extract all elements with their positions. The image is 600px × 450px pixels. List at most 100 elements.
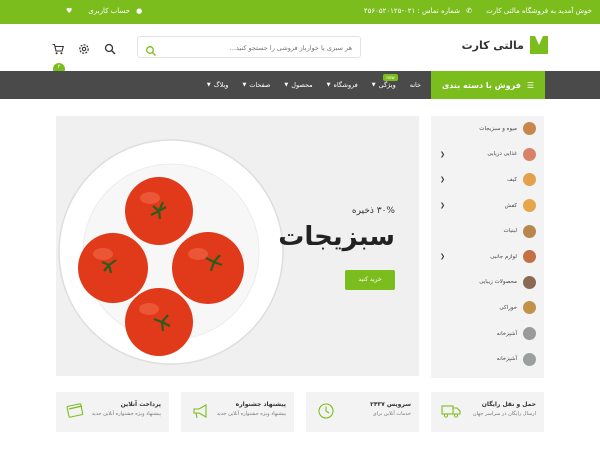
features-row: حمل و نقل رایگان ارسال رایگان در سراسر ج… (56, 392, 544, 432)
hamburger-icon: ☰ (526, 80, 535, 90)
chevron-left-icon: ❮ (440, 176, 446, 184)
category-label: میوه و سبزیجات (479, 125, 517, 132)
logo-mark-icon (530, 36, 548, 54)
category-thumbnail-icon (523, 275, 536, 289)
nav-item-label: ویژگی (378, 81, 396, 89)
chevron-left-icon: ❮ (440, 253, 446, 261)
logo-text: مالتی کارت (461, 38, 524, 52)
credit-card-icon (66, 402, 86, 420)
nav-item-label: محصول (291, 81, 313, 89)
shop-now-button[interactable]: خرید کنید (345, 270, 395, 290)
category-thumbnail-icon (523, 199, 536, 213)
user-icon: ● (136, 7, 143, 15)
category-sidebar: میوه و سبزیجات غذایی دریایی ❮ کیف ❮ کفش ❮ لبنیا… (431, 116, 544, 378)
sidebar-category-item[interactable]: محصولات زیبایی (431, 270, 544, 296)
chevron-left-icon: ❮ (440, 150, 446, 158)
nav-item-label: خانه (409, 81, 421, 89)
category-label: لبنیات (503, 228, 517, 235)
header: مالتی کارت هر سبزی یا خوارباز فروشی را ج… (0, 24, 600, 75)
category-thumbnail-icon (523, 147, 536, 161)
sidebar-category-item[interactable]: میوه و سبزیجات (431, 116, 544, 142)
phone-icon: ✆ (466, 7, 473, 15)
nav-item-pages[interactable]: صفحات ▼ (242, 81, 270, 89)
feature-festival-offer: پیشنهاد جشنواره پیشنهاد ویژه جشنواره آنل… (181, 392, 294, 432)
search-input[interactable] (172, 41, 352, 54)
search-submit-icon[interactable] (145, 42, 157, 56)
feature-subtitle: خدمات آنلاین برای (372, 411, 411, 417)
wishlist-link[interactable]: ♥ (62, 7, 72, 15)
feature-subtitle: پیشنهاد ویژه جشنواره آنلاین جدید (216, 411, 286, 417)
phone-label: شماره تماس : ۰۲۱-۴۵۶۰۵۲۰۱۲۵ (363, 7, 461, 15)
sidebar-category-item[interactable]: آشپزخانه (431, 346, 544, 372)
hero-discount-text: ۳۰% ذخیره (351, 206, 395, 216)
megaphone-icon (191, 402, 211, 420)
feature-subtitle: پیشنهاد ویژه جشنواره آنلاین جدید (91, 411, 161, 417)
heart-icon: ♥ (66, 7, 73, 15)
chevron-left-icon: ❮ (440, 202, 446, 210)
clock-icon (316, 402, 336, 420)
new-badge: new (383, 74, 398, 81)
account-link[interactable]: ● حساب کاربری (88, 7, 142, 15)
category-thumbnail-icon (523, 352, 536, 366)
category-thumbnail-icon (523, 301, 536, 315)
category-thumbnail-icon (523, 224, 536, 238)
main-nav: ☰ فروش با دسته بندی خانه new ویژگی ▼ فرو… (0, 71, 600, 99)
nav-item-shop[interactable]: فروشگاه ▼ (327, 81, 358, 89)
cart-icon[interactable]: ۲ (52, 40, 65, 75)
welcome-text: خوش آمدید به فروشگاه مالتی کارت (486, 7, 592, 15)
sidebar-category-item[interactable]: خوراکی (431, 295, 544, 321)
category-label: آشپزخانه (496, 330, 517, 337)
category-thumbnail-icon (523, 173, 536, 187)
chevron-down-icon: ▼ (242, 82, 247, 88)
category-label: کفش (504, 202, 517, 209)
sidebar-category-item[interactable]: لوازم جانبی ❮ (431, 244, 544, 270)
feature-free-shipping: حمل و نقل رایگان ارسال رایگان در سراسر ج… (431, 392, 544, 432)
category-thumbnail-icon (523, 250, 536, 264)
hero-title: سبزیجات (278, 222, 395, 252)
top-bar-info: خوش آمدید به فروشگاه مالتی کارت ✆ شماره … (364, 7, 592, 15)
search-icon[interactable] (104, 40, 116, 55)
phone-info[interactable]: ✆ شماره تماس : ۰۲۱-۴۵۶۰۵۲۰۱۲۵ (364, 7, 472, 15)
category-label: لوازم جانبی (490, 253, 517, 260)
feature-support: سرویس ۲۴۳۷ خدمات آنلاین برای (306, 392, 419, 432)
sidebar-category-item[interactable]: لبنیات (431, 218, 544, 244)
chevron-down-icon: ▼ (284, 82, 289, 88)
sidebar-category-item[interactable]: کفش ❮ (431, 193, 544, 219)
logo[interactable]: مالتی کارت (462, 36, 548, 54)
nav-menu: خانه new ویژگی ▼ فروشگاه ▼ محصول ▼ صفحات… (207, 71, 421, 99)
search-box[interactable] (137, 36, 361, 58)
category-button-label: فروش با دسته بندی (441, 80, 521, 90)
category-thumbnail-icon (523, 327, 536, 341)
chevron-down-icon: ▼ (371, 82, 376, 88)
truck-icon (441, 402, 461, 420)
chevron-down-icon: ▼ (326, 82, 331, 88)
nav-item-product[interactable]: محصول ▼ (284, 81, 312, 89)
nav-item-features[interactable]: new ویژگی ▼ (371, 74, 398, 89)
nav-item-label: فروشگاه (333, 81, 358, 89)
category-label: کیف (507, 176, 517, 183)
sidebar-category-item[interactable]: غذایی دریایی ❮ (431, 142, 544, 168)
sidebar-category-item[interactable]: آشپزخانه (431, 321, 544, 347)
top-bar: خوش آمدید به فروشگاه مالتی کارت ✆ شماره … (0, 0, 600, 24)
nav-item-label: وبلاگ (213, 81, 229, 89)
category-label: غذایی دریایی (487, 151, 517, 158)
feature-online-payment: پرداخت آنلاین پیشنهاد ویژه جشنواره آنلای… (56, 392, 169, 432)
tomato-plate-image (58, 139, 284, 365)
nav-item-home[interactable]: خانه (410, 81, 421, 89)
sidebar-category-item[interactable]: کیف ❮ (431, 167, 544, 193)
settings-icon[interactable] (78, 40, 90, 54)
hero-text: ۳۰% ذخیره سبزیجات خرید کنید (278, 206, 395, 290)
category-label: محصولات زیبایی (479, 279, 517, 286)
account-label: حساب کاربری (88, 7, 130, 15)
chevron-down-icon: ▼ (206, 82, 211, 88)
hero-banner: ۳۰% ذخیره سبزیجات خرید کنید (56, 116, 419, 376)
top-bar-links: ● حساب کاربری ♥ (62, 7, 142, 15)
nav-item-label: صفحات (249, 81, 271, 89)
feature-subtitle: ارسال رایگان در سراسر جهان (472, 411, 536, 417)
category-label: آشپزخانه (496, 356, 517, 363)
category-thumbnail-icon (523, 122, 536, 136)
nav-item-blog[interactable]: وبلاگ ▼ (207, 81, 229, 89)
header-icons: ۲ (52, 40, 116, 75)
category-menu-button[interactable]: ☰ فروش با دسته بندی (431, 71, 545, 99)
category-label: خوراکی (499, 304, 517, 311)
